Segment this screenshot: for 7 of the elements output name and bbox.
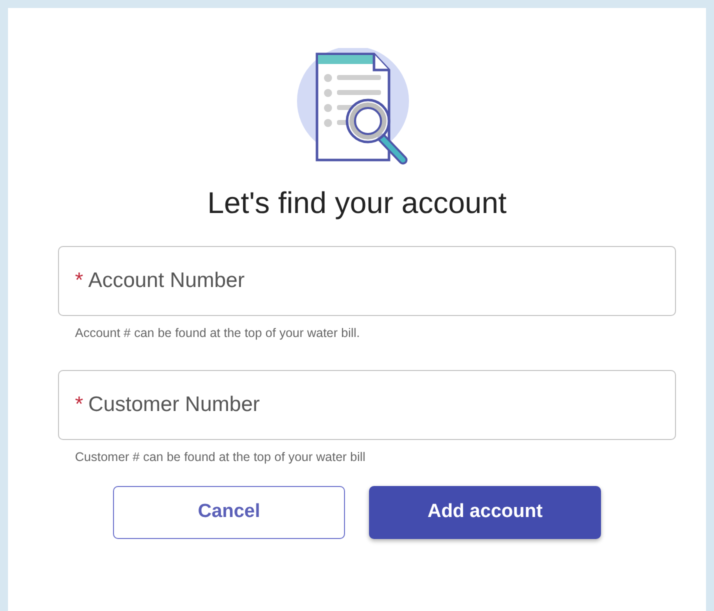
field-hint: Customer # can be found at the top of your water bill <box>75 450 366 464</box>
text-field[interactable]: * Customer Number <box>58 370 676 440</box>
text-field[interactable]: * Account Number <box>58 246 676 316</box>
field-hint: Account # can be found at the top of your water bill. <box>75 326 360 340</box>
form-title: Let's find your account <box>206 186 508 222</box>
add-button[interactable]: Add account <box>369 486 601 539</box>
cancel-button[interactable]: Cancel <box>113 486 345 539</box>
